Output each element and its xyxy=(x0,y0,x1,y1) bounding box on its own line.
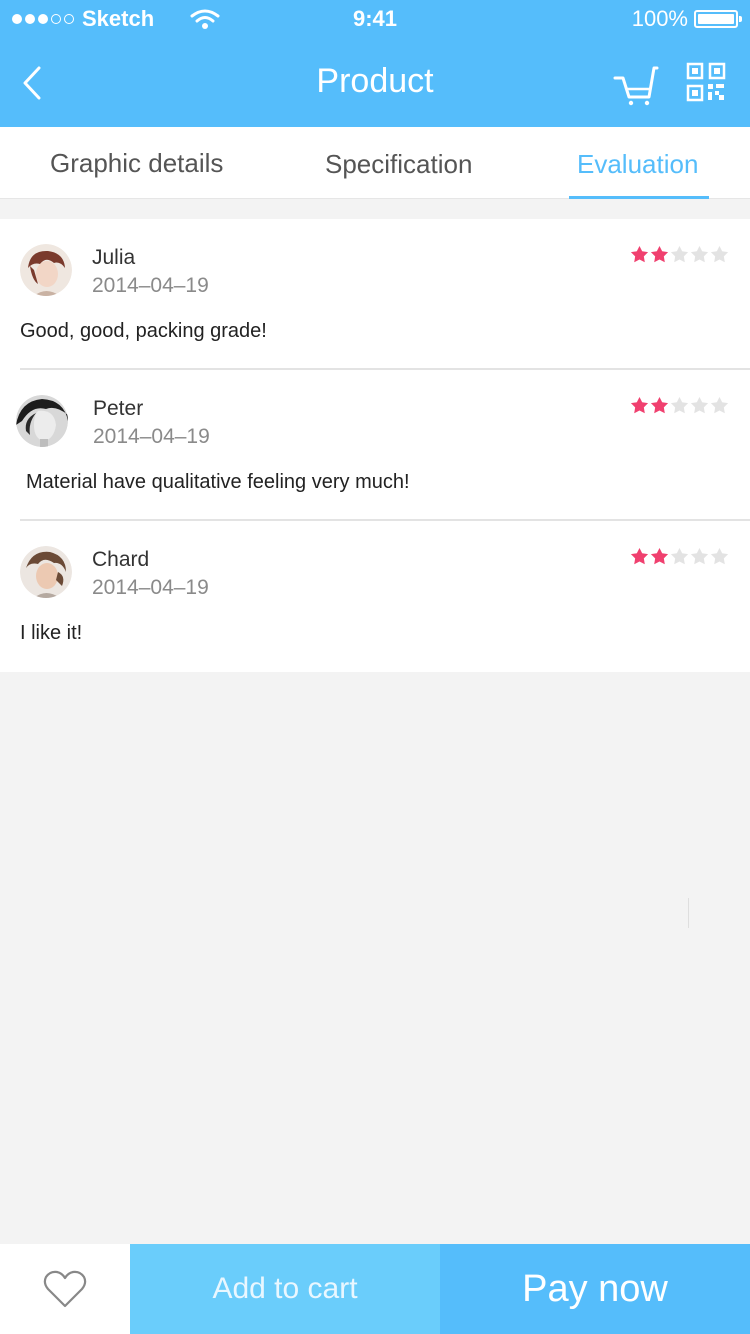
add-to-cart-button[interactable]: Add to cart xyxy=(130,1244,440,1334)
review-list: Julia 2014–04–19 Good, good, packing gra… xyxy=(0,219,750,672)
star-filled-icon xyxy=(650,547,669,565)
bottom-action-bar: Add to cart Pay now xyxy=(0,1244,750,1334)
reviewer-name: Chard xyxy=(92,548,150,571)
star-empty-icon xyxy=(690,245,709,263)
review-item: Chard 2014–04–19 I like it! xyxy=(0,521,750,672)
star-filled-icon xyxy=(630,547,649,565)
battery-icon xyxy=(694,10,742,28)
active-tab-indicator xyxy=(569,196,709,199)
cart-button[interactable] xyxy=(612,64,660,106)
status-bar: Sketch 9:41 100% xyxy=(0,0,750,40)
qr-code-button[interactable] xyxy=(686,62,726,102)
star-empty-icon xyxy=(670,547,689,565)
star-filled-icon xyxy=(650,396,669,414)
tab-graphic-details[interactable]: Graphic details xyxy=(50,148,223,179)
star-empty-icon xyxy=(670,396,689,414)
app-header: Sketch 9:41 100% Product xyxy=(0,0,750,127)
star-empty-icon xyxy=(690,396,709,414)
navigation-bar: Product xyxy=(0,40,750,127)
review-date: 2014–04–19 xyxy=(92,274,209,297)
scroll-indicator xyxy=(688,898,689,928)
review-comment: I like it! xyxy=(20,622,83,644)
pay-now-button[interactable]: Pay now xyxy=(440,1244,750,1334)
avatar xyxy=(16,395,68,447)
avatar xyxy=(20,244,72,296)
star-rating xyxy=(630,245,729,264)
star-empty-icon xyxy=(670,245,689,263)
battery-status: 100% xyxy=(631,6,742,32)
review-date: 2014–04–19 xyxy=(92,576,209,599)
favorite-button[interactable] xyxy=(0,1244,130,1334)
reviewer-name: Julia xyxy=(92,246,136,269)
star-empty-icon xyxy=(690,547,709,565)
cart-icon xyxy=(613,66,659,106)
review-comment: Good, good, packing grade! xyxy=(20,320,267,342)
star-filled-icon xyxy=(630,396,649,414)
star-rating xyxy=(630,396,729,415)
qr-code-icon xyxy=(686,62,726,102)
star-empty-icon xyxy=(710,396,729,414)
star-filled-icon xyxy=(630,245,649,263)
star-rating xyxy=(630,547,729,566)
tab-evaluation[interactable]: Evaluation xyxy=(577,149,698,180)
review-item: Julia 2014–04–19 Good, good, packing gra… xyxy=(0,219,750,370)
review-comment: Material have qualitative feeling very m… xyxy=(26,471,410,493)
battery-percent: 100% xyxy=(631,6,688,31)
review-date: 2014–04–19 xyxy=(93,425,210,448)
tab-specification[interactable]: Specification xyxy=(325,149,472,180)
avatar xyxy=(20,546,72,598)
star-filled-icon xyxy=(650,245,669,263)
star-empty-icon xyxy=(710,245,729,263)
heart-icon xyxy=(43,1270,87,1308)
tab-bar: Graphic details Specification Evaluation xyxy=(0,127,750,199)
reviewer-name: Peter xyxy=(93,397,144,420)
star-empty-icon xyxy=(710,547,729,565)
review-item: Peter 2014–04–19 Material have qualitati… xyxy=(0,370,750,521)
